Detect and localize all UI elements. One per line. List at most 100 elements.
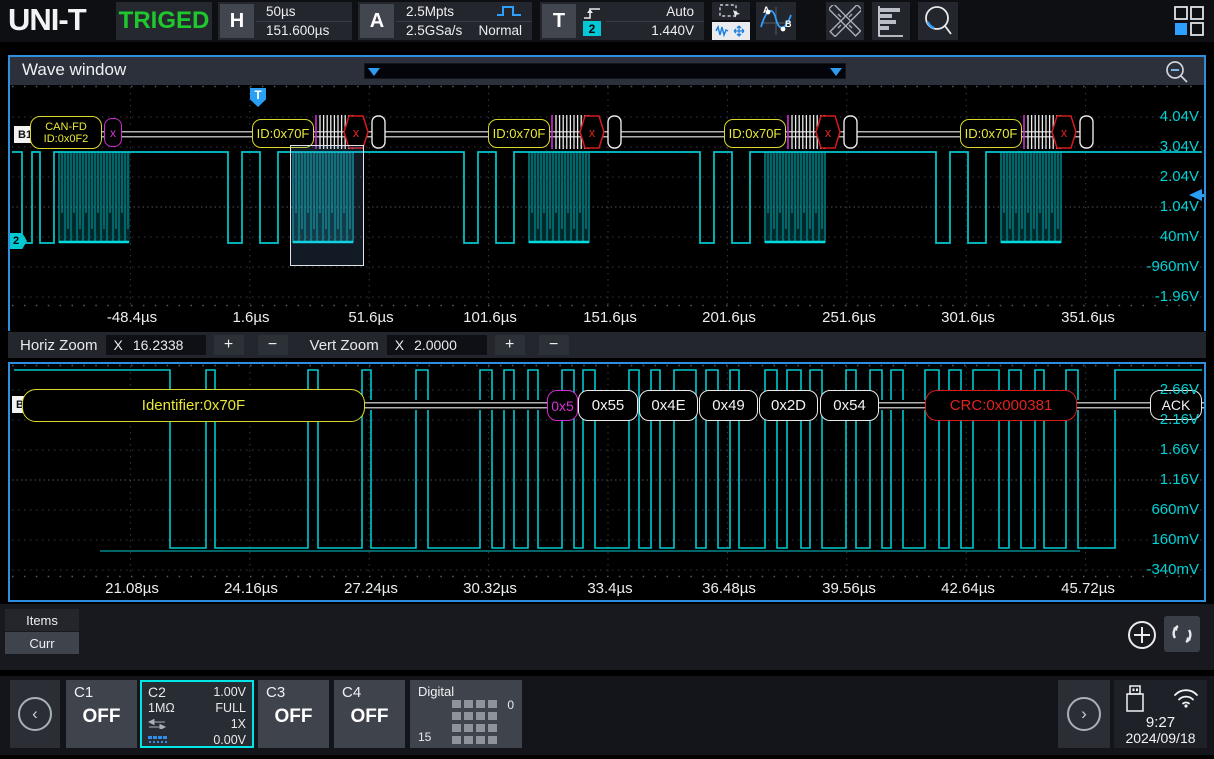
- offset-marker-icon: [148, 736, 168, 745]
- time-label: 24.16µs: [224, 580, 278, 597]
- decode-id-bubble: ID:0x70F: [488, 119, 550, 148]
- search-button[interactable]: [918, 2, 958, 40]
- time-label: 42.64µs: [941, 580, 995, 597]
- horizontal-position: 151.600µs: [256, 22, 352, 41]
- time-label: 36.48µs: [702, 580, 756, 597]
- acquire-letter: A: [360, 4, 394, 38]
- time-label: 51.6µs: [348, 309, 393, 326]
- volt-label: 160mV: [1151, 532, 1199, 548]
- ruler-cross-icon: [829, 5, 861, 37]
- digital-low-index: 15: [418, 730, 431, 744]
- channel3-state: OFF: [258, 706, 329, 728]
- wave-move-button[interactable]: [712, 22, 750, 40]
- trigger-level-arrow-tail: [1194, 194, 1204, 197]
- top-toolbar: UNI-T TRIGED H 50µs 151.600µs A 2.5Mpts …: [0, 0, 1214, 42]
- decode-error-bubble: x: [104, 118, 122, 147]
- histogram-icon: [876, 5, 906, 37]
- zoom-out-icon[interactable]: [1164, 59, 1190, 85]
- scroll-right-card[interactable]: ›: [1058, 680, 1110, 748]
- zoom-byte-bubble: 0x49: [699, 390, 758, 421]
- horizontal-settings-button[interactable]: H 50µs 151.600µs: [218, 2, 352, 40]
- vert-zoom-value: 2.0000: [414, 337, 457, 353]
- vert-zoom-plus-button[interactable]: +: [495, 335, 525, 355]
- horiz-zoom-input[interactable]: X 16.2338: [106, 335, 206, 355]
- time-label: 151.6µs: [583, 309, 637, 326]
- scroll-left-card[interactable]: ‹: [10, 680, 60, 748]
- time-label: 1.6µs: [233, 309, 270, 326]
- channel4-card[interactable]: C4 OFF: [334, 680, 405, 748]
- selector-right-arrow-icon[interactable]: [830, 68, 842, 76]
- acquire-settings-button[interactable]: A 2.5Mpts 2.5GSa/s Normal: [358, 2, 532, 40]
- channel3-card[interactable]: C3 OFF: [258, 680, 329, 748]
- svg-text:A: A: [763, 5, 770, 15]
- wave-move-icon: [715, 24, 747, 38]
- wave-window-panel: Wave window xxxx T B1 CAN-FD ID:0x0F2 x …: [8, 55, 1206, 331]
- histogram-button[interactable]: [872, 2, 910, 40]
- ab-curve-icon: A B: [759, 5, 793, 37]
- volt-label: 2.16V: [1160, 412, 1199, 428]
- ab-math-button[interactable]: A B: [756, 2, 796, 40]
- trigger-sweep-mode: Auto: [606, 2, 704, 22]
- decode-id-bubble: ID:0x70F: [252, 119, 314, 148]
- acquire-mode: Normal: [478, 23, 522, 38]
- trigger-source-badge: 2: [583, 21, 601, 36]
- volt-label: -1.96V: [1155, 289, 1199, 305]
- clock-date: 2024/09/18: [1114, 730, 1207, 746]
- zoom-factor-bar: Horiz Zoom X 16.2338 + − Vert Zoom X 2.0…: [8, 332, 1206, 358]
- volt-label: 2.04V: [1160, 169, 1199, 185]
- zoom-byte-bubble: 0x5: [547, 390, 578, 421]
- usb-device-icon: [1124, 685, 1146, 715]
- curr-button[interactable]: Curr: [5, 632, 79, 654]
- main-plot-area[interactable]: xxxx T B1 CAN-FD ID:0x0F2 x ID:0x70F ID:…: [10, 85, 1204, 307]
- horiz-zoom-value: 16.2338: [133, 337, 184, 353]
- time-label: -48.4µs: [107, 309, 157, 326]
- select-zone-button[interactable]: [712, 2, 750, 20]
- svg-text:x: x: [1061, 125, 1068, 140]
- time-label: 27.24µs: [344, 580, 398, 597]
- volt-label: 1.04V: [1160, 199, 1199, 215]
- wifi-icon: [1173, 688, 1199, 708]
- add-window-button[interactable]: [1126, 619, 1158, 651]
- horiz-zoom-minus-button[interactable]: −: [258, 335, 288, 355]
- volt-label: 2.66V: [1160, 382, 1199, 398]
- system-status-card[interactable]: 9:27 2024/09/18: [1114, 680, 1207, 748]
- channel1-card[interactable]: C1 OFF: [66, 680, 137, 748]
- chevron-left-icon[interactable]: ‹: [18, 697, 52, 731]
- vert-zoom-label: Vert Zoom: [310, 337, 379, 354]
- time-label: 45.72µs: [1061, 580, 1115, 597]
- svg-text:B: B: [785, 19, 792, 29]
- decode-list-toolbar: Items Curr: [0, 604, 1214, 670]
- refresh-icon: [1164, 616, 1200, 652]
- wave-window-selector[interactable]: [364, 63, 846, 79]
- chevron-right-icon[interactable]: ›: [1067, 697, 1101, 731]
- volt-label: 1.16V: [1160, 472, 1199, 488]
- refresh-button[interactable]: [1164, 616, 1200, 652]
- horiz-zoom-plus-button[interactable]: +: [214, 335, 244, 355]
- digital-card[interactable]: Digital 0 15: [410, 680, 522, 748]
- volt-label: 4.04V: [1160, 109, 1199, 125]
- measure-button[interactable]: [826, 2, 864, 40]
- time-label: 33.4µs: [587, 580, 632, 597]
- selector-left-arrow-icon[interactable]: [368, 68, 380, 76]
- channel4-name: C4: [342, 684, 361, 701]
- wave-window-title: Wave window: [22, 60, 126, 80]
- zoom-byte-bubble: 0x2D: [759, 390, 818, 421]
- items-button[interactable]: Items: [5, 609, 79, 631]
- trigger-level: 1.440V: [606, 22, 704, 41]
- channel2-name: C2: [148, 684, 166, 700]
- volt-label: 660mV: [1151, 502, 1199, 518]
- layout-grid-button[interactable]: [1170, 2, 1208, 40]
- vert-zoom-minus-button[interactable]: −: [539, 335, 569, 355]
- vert-zoom-input[interactable]: X 2.0000: [387, 335, 487, 355]
- time-label: 251.6µs: [822, 309, 876, 326]
- grid-layout-icon: [1173, 5, 1205, 37]
- zoom-plot-area[interactable]: B1 CAN-FD Identifier:0x70F 0x5 0x55 0x4E…: [10, 364, 1204, 578]
- channel3-name: C3: [266, 684, 285, 701]
- coupling-icon: [148, 719, 166, 729]
- trigger-settings-button[interactable]: T 2 Auto 1.440V: [540, 2, 704, 40]
- channel2-probe: 1X: [231, 717, 246, 731]
- decode-id-bubble: ID:0x70F: [724, 119, 786, 148]
- zoom-selection-box[interactable]: [290, 145, 364, 266]
- search-icon: [922, 4, 954, 38]
- channel2-card[interactable]: C2 1.00V 1MΩ FULL 1X: [140, 680, 254, 748]
